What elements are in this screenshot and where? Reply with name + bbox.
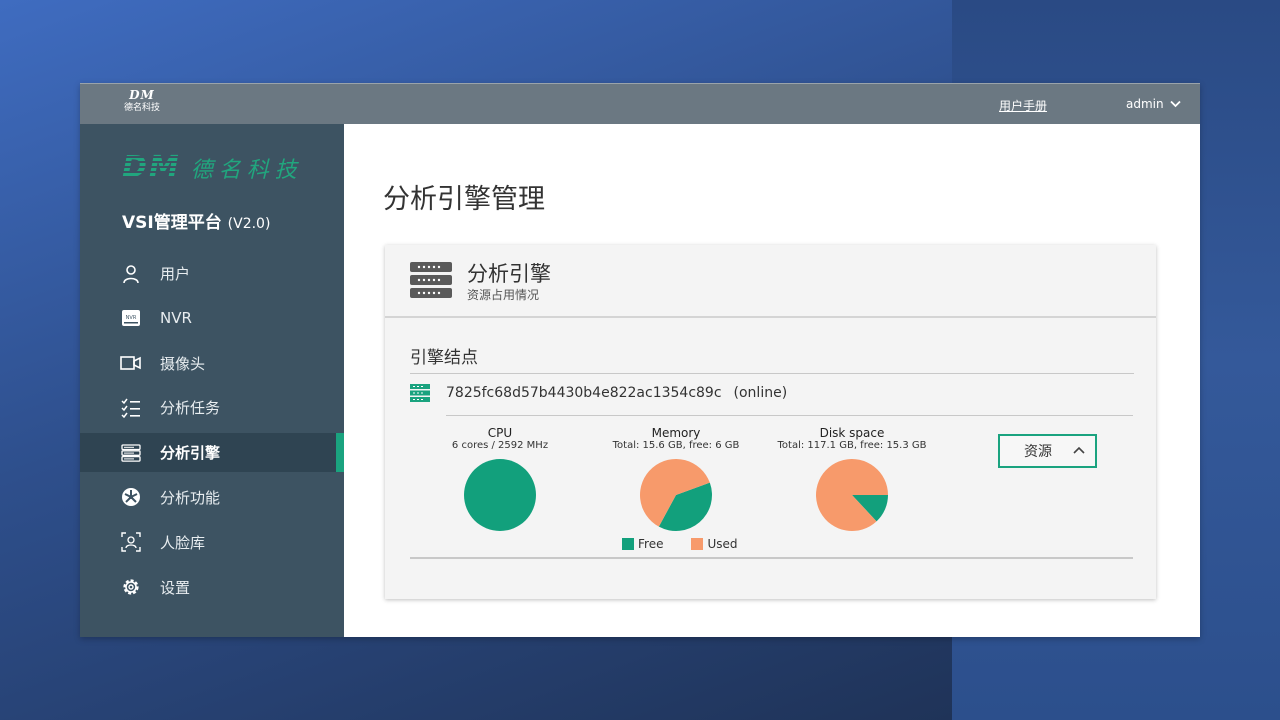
legend-item-used[interactable]: Used [691, 537, 738, 551]
brand-text: 德名科技 [190, 158, 303, 183]
user-manual-link[interactable]: 用户手册 [999, 97, 1047, 114]
nvr-icon: NVR [120, 307, 142, 329]
gear-icon [120, 576, 142, 598]
sidebar-item-face-library[interactable]: 人脸库 [80, 523, 344, 562]
chart-title: Memory [651, 426, 701, 440]
engine-card: 分析引擎 资源占用情况 引擎结点 7825fc68d57b4430b4e822a… [385, 245, 1156, 599]
sidebar-item-settings[interactable]: 设置 [80, 568, 344, 607]
page-title: 分析引擎管理 [383, 184, 545, 215]
divider [410, 557, 1133, 559]
camera-icon [120, 352, 142, 374]
chevron-up-icon [1073, 446, 1085, 454]
sidebar-item-users[interactable]: 用户 [80, 254, 344, 293]
function-icon [120, 486, 142, 508]
face-scan-icon [120, 531, 142, 553]
node-server-icon [410, 384, 430, 402]
node-status: (online) [733, 385, 788, 401]
cpu-metric: CPU 6 cores / 2592 MHz [410, 426, 590, 532]
divider [410, 373, 1134, 374]
app-window: DM 德名科技 用户手册 admin DM 德名科技 VSI管理平台 (V2.0… [80, 83, 1200, 637]
card-title: 分析引擎 [467, 262, 551, 286]
sidebar: DM 德名科技 VSI管理平台 (V2.0) 用户 NVR NVR 摄像头 分析… [80, 124, 344, 637]
sidebar-item-camera[interactable]: 摄像头 [80, 344, 344, 383]
main-content: 分析引擎管理 分析引擎 资源占用情况 引擎结点 7825fc68d57b4430… [344, 124, 1200, 637]
sidebar-item-label: 人脸库 [160, 533, 206, 552]
node-id: 7825fc68d57b4430b4e822ac1354c89c [446, 385, 722, 401]
legend-item-free[interactable]: Free [622, 537, 663, 551]
sidebar-item-label: 分析任务 [160, 399, 221, 418]
chart-title: Disk space [819, 426, 885, 440]
platform-version: (V2.0) [227, 216, 271, 232]
sidebar-item-label: 用户 [160, 265, 191, 283]
resource-toggle-button[interactable]: 资源 [998, 434, 1097, 468]
chart-subtitle: Total: 117.1 GB, free: 15.3 GB [777, 440, 927, 451]
server-icon [120, 442, 142, 464]
sidebar-item-label: NVR [160, 309, 192, 328]
sidebar-nav: 用户 NVR NVR 摄像头 分析任务 分析引擎 分析功能 人脸库 设置 [80, 254, 344, 612]
chevron-down-icon [1169, 100, 1181, 108]
sidebar-item-label: 分析引擎 [160, 444, 221, 463]
card-header: 分析引擎 资源占用情况 [385, 245, 1156, 318]
sidebar-item-label: 设置 [160, 578, 191, 597]
top-logo-text: 德名科技 [123, 103, 160, 113]
top-logo[interactable]: DM 德名科技 [122, 89, 162, 121]
user-icon [120, 263, 142, 285]
chart-title: CPU [487, 426, 513, 440]
legend-label: Free [638, 537, 664, 551]
pie-slice-free [464, 459, 536, 531]
chart-legend: Free Used [622, 537, 766, 551]
sidebar-item-tasks[interactable]: 分析任务 [80, 388, 344, 427]
brand-mark: DM [122, 150, 181, 185]
legend-swatch-free [622, 538, 634, 550]
sidebar-item-functions[interactable]: 分析功能 [80, 478, 344, 517]
disk-metric: Disk space Total: 117.1 GB, free: 15.3 G… [762, 426, 942, 532]
cpu-pie-chart [464, 459, 536, 531]
resource-button-label: 资源 [1024, 444, 1052, 460]
brand-logo: DM 德名科技 [122, 152, 303, 184]
top-bar: DM 德名科技 用户手册 admin [80, 83, 1200, 124]
divider [446, 415, 1133, 416]
card-subtitle: 资源占用情况 [467, 288, 540, 302]
section-title: 引擎结点 [410, 348, 478, 368]
engine-node-row[interactable]: 7825fc68d57b4430b4e822ac1354c89c (online… [410, 384, 787, 402]
task-list-icon [120, 397, 142, 419]
legend-label: Used [707, 537, 738, 551]
legend-swatch-used [691, 538, 704, 550]
server-icon [410, 262, 452, 298]
platform-name: VSI管理平台 [122, 213, 222, 233]
sidebar-item-label: 摄像头 [160, 354, 206, 373]
memory-metric: Memory Total: 15.6 GB, free: 6 GB [586, 426, 766, 532]
sidebar-item-label: 分析功能 [160, 488, 221, 507]
chart-subtitle: Total: 15.6 GB, free: 6 GB [612, 440, 740, 451]
sidebar-item-nvr[interactable]: NVR NVR [80, 299, 344, 338]
username: admin [1126, 97, 1164, 111]
sidebar-item-engines[interactable]: 分析引擎 [80, 433, 344, 473]
user-menu[interactable]: admin [1126, 97, 1181, 111]
svg-text:NVR: NVR [126, 315, 137, 321]
platform-title: VSI管理平台 (V2.0) [122, 208, 270, 233]
disk-pie-chart [816, 459, 888, 531]
memory-pie-chart [640, 459, 712, 531]
chart-subtitle: 6 cores / 2592 MHz [451, 440, 549, 451]
top-logo-mark: DM [129, 88, 155, 102]
